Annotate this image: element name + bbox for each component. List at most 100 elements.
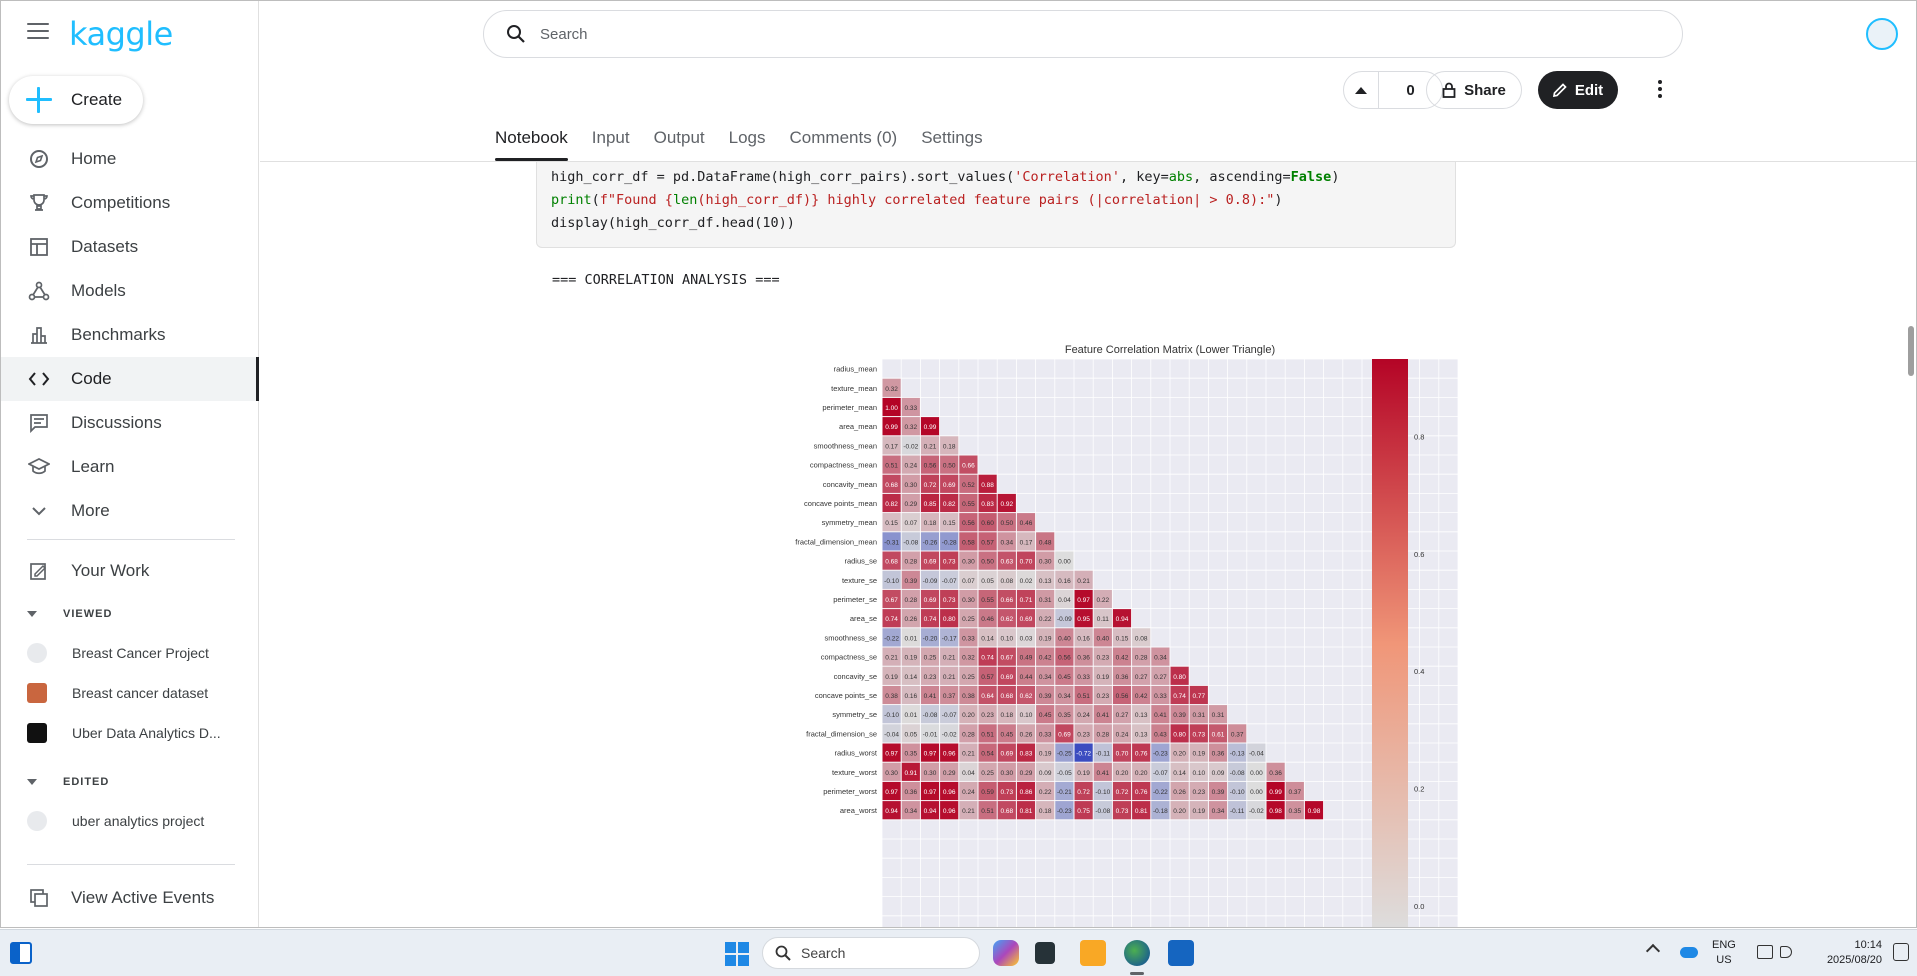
cell-value: 0.39 <box>1173 712 1186 719</box>
edit-label: Edit <box>1574 81 1604 99</box>
tab-comments[interactable]: Comments (0) <box>790 128 898 160</box>
more-options-icon[interactable] <box>1657 80 1663 100</box>
volume-icon[interactable] <box>1780 946 1792 958</box>
cell-value: 0.33 <box>1154 693 1167 700</box>
sidebar-item-discussions[interactable]: Discussions <box>1 401 259 445</box>
cell-value: 0.27 <box>1154 674 1167 681</box>
cell-value: 0.56 <box>962 520 975 527</box>
recent-item[interactable]: Breast Cancer Project <box>27 638 209 668</box>
edit-document-icon <box>27 559 51 583</box>
cell-value: 0.81 <box>1020 808 1033 815</box>
create-button[interactable]: Create <box>9 76 143 124</box>
cell-value: 0.69 <box>924 597 937 604</box>
recent-item-label: Breast Cancer Project <box>72 645 209 661</box>
code-cell[interactable]: high_corr_df = pd.DataFrame(high_corr_pa… <box>536 162 1456 248</box>
cell-value: 0.24 <box>904 463 917 470</box>
copilot-icon[interactable] <box>993 940 1019 966</box>
tab-output[interactable]: Output <box>654 128 705 160</box>
row-label: perimeter_se <box>833 595 877 604</box>
cell-value: 0.48 <box>1039 539 1052 546</box>
recent-item[interactable]: uber analytics project <box>27 806 204 836</box>
cell-value: 0.13 <box>1135 712 1148 719</box>
kaggle-logo[interactable]: kaggle <box>69 15 173 53</box>
taskbar-search[interactable]: Search <box>762 937 980 969</box>
onedrive-icon[interactable] <box>1680 947 1698 958</box>
cell-value: -0.07 <box>942 578 957 585</box>
cell-value: -0.09 <box>923 578 938 585</box>
windows-start-icon[interactable] <box>725 942 749 966</box>
tab-input[interactable]: Input <box>592 128 630 160</box>
cell-value: 0.37 <box>1231 731 1244 738</box>
sidebar-item-your-work[interactable]: Your Work <box>1 549 259 593</box>
sidebar-item-more[interactable]: More <box>1 489 259 533</box>
edge-browser-icon[interactable] <box>1124 940 1150 966</box>
cell-value: -0.11 <box>1096 751 1111 758</box>
cell-value: 0.73 <box>1192 731 1205 738</box>
code-line: display(high_corr_df.head(10)) <box>551 215 795 231</box>
file-explorer-icon[interactable] <box>1080 940 1106 966</box>
cell-value: -0.07 <box>1153 770 1168 777</box>
cell-value: 0.98 <box>1269 808 1282 815</box>
cell-value: 0.18 <box>943 443 956 450</box>
recent-item[interactable]: Uber Data Analytics D... <box>27 718 221 748</box>
store-icon[interactable] <box>1168 940 1194 966</box>
avatar-thumbnail <box>27 643 47 663</box>
avatar[interactable] <box>1866 18 1898 50</box>
cell-value: 0.81 <box>1135 808 1148 815</box>
sidebar-item-benchmarks[interactable]: Benchmarks <box>1 313 259 357</box>
sidebar-item-learn[interactable]: Learn <box>1 445 259 489</box>
cell-value: 0.74 <box>981 655 994 662</box>
share-button[interactable]: Share <box>1426 71 1522 109</box>
search-bar[interactable]: Search <box>483 10 1683 58</box>
upvote-button[interactable] <box>1344 72 1379 108</box>
cell-value: 0.60 <box>981 520 994 527</box>
row-label: symmetry_mean <box>822 518 877 527</box>
edit-button[interactable]: Edit <box>1538 71 1618 109</box>
caret-down-icon <box>27 779 37 785</box>
cell-value: 0.76 <box>1135 751 1148 758</box>
cell-value: -0.01 <box>923 731 938 738</box>
sidebar-item-competitions[interactable]: Competitions <box>1 181 259 225</box>
notification-icon[interactable] <box>1893 943 1909 961</box>
viewed-section-toggle[interactable]: VIEWED <box>27 608 112 620</box>
scrollbar-thumb[interactable] <box>1908 326 1914 376</box>
cell-value: -0.22 <box>1153 789 1168 796</box>
cell-value: 0.41 <box>1154 712 1167 719</box>
recent-item[interactable]: Breast cancer dataset <box>27 678 208 708</box>
cell-value: 0.28 <box>904 597 917 604</box>
sidebar-item-code[interactable]: Code <box>1 357 259 401</box>
sidebar-item-datasets[interactable]: Datasets <box>1 225 259 269</box>
cell-value: 0.25 <box>924 655 937 662</box>
network-icon[interactable] <box>1757 945 1773 959</box>
browser-window: kaggle Create Home Competitions Datasets… <box>0 0 1917 928</box>
cell-value: 0.41 <box>924 693 937 700</box>
cell-value: 0.08 <box>1135 635 1148 642</box>
tab-logs[interactable]: Logs <box>729 128 766 160</box>
cell-value: 0.52 <box>962 482 975 489</box>
clock[interactable]: 10:14 2025/08/20 <box>1810 938 1882 968</box>
cell-value: 0.25 <box>962 674 975 681</box>
terminal-app-icon[interactable] <box>1035 942 1055 964</box>
tab-notebook[interactable]: Notebook <box>495 128 568 161</box>
cell-value: 0.05 <box>981 578 994 585</box>
search-input[interactable]: Search <box>540 26 588 43</box>
caret-down-icon <box>27 611 37 617</box>
row-label: fractal_dimension_se <box>806 729 877 738</box>
cell-value: 0.19 <box>1096 674 1109 681</box>
tab-settings[interactable]: Settings <box>921 128 982 160</box>
cell-value: 0.19 <box>1192 751 1205 758</box>
widgets-icon[interactable] <box>10 942 32 964</box>
language-indicator[interactable]: ENG US <box>1712 938 1736 968</box>
chevron-up-icon[interactable] <box>1645 943 1661 959</box>
cell-value: 0.74 <box>1173 693 1186 700</box>
cell-value: 0.59 <box>981 789 994 796</box>
cell-value: 0.37 <box>943 693 956 700</box>
sidebar-item-home[interactable]: Home <box>1 137 259 181</box>
view-active-events-link[interactable]: View Active Events <box>1 876 259 920</box>
cell-value: 0.34 <box>1154 655 1167 662</box>
edited-section-toggle[interactable]: EDITED <box>27 776 109 788</box>
menu-icon[interactable] <box>27 23 49 41</box>
sidebar-item-models[interactable]: Models <box>1 269 259 313</box>
cell-value: 0.40 <box>1058 635 1071 642</box>
cell-value: 0.96 <box>943 789 956 796</box>
